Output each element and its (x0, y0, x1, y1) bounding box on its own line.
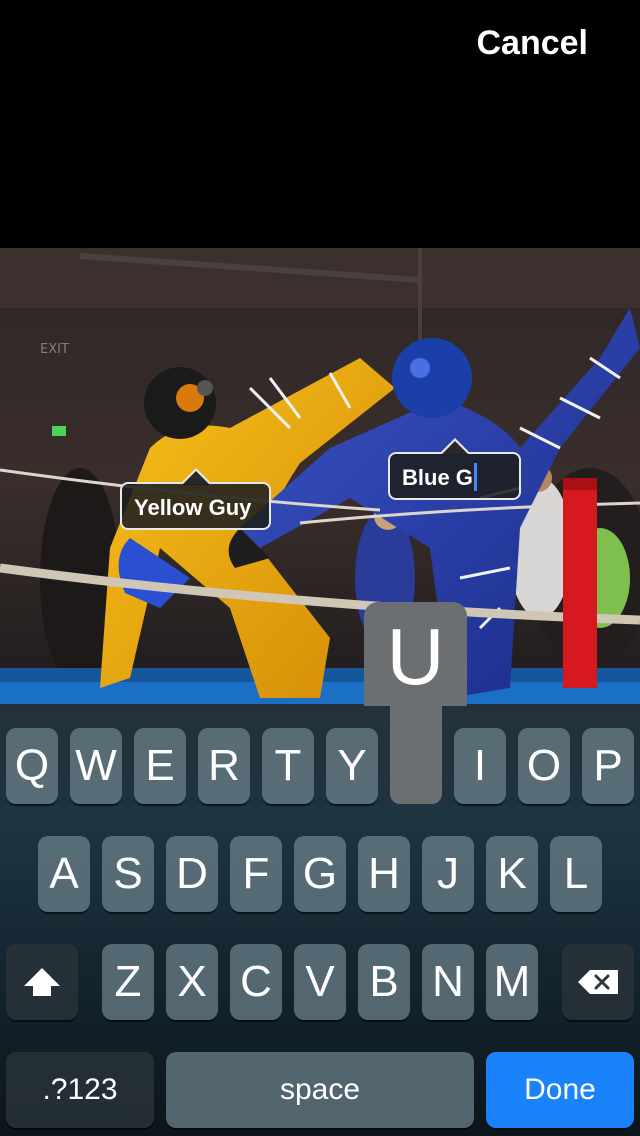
numbers-mode-key[interactable]: .?123 (6, 1052, 154, 1128)
key-d[interactable]: D (166, 836, 218, 912)
key-n[interactable]: N (422, 944, 474, 1020)
key-k[interactable]: K (486, 836, 538, 912)
key-q[interactable]: Q (6, 728, 58, 804)
tagged-photo[interactable]: EXIT (0, 248, 640, 718)
key-l[interactable]: L (550, 836, 602, 912)
key-e[interactable]: E (134, 728, 186, 804)
key-g[interactable]: G (294, 836, 346, 912)
shift-key[interactable] (6, 944, 78, 1020)
exit-sign: EXIT (40, 342, 69, 357)
key-m[interactable]: M (486, 944, 538, 1020)
tag-label-editing[interactable]: Blue G (402, 465, 473, 490)
text-caret (473, 463, 477, 492)
key-j[interactable]: J (422, 836, 474, 912)
photo-tag-blue-guy[interactable]: Blue G (388, 438, 521, 500)
on-screen-keyboard: Q W E R T Y I O P A S D F G H J K L Z X … (0, 704, 640, 1136)
key-x[interactable]: X (166, 944, 218, 1020)
key-u-pressed[interactable] (390, 700, 442, 804)
key-u-popup: U (364, 602, 467, 706)
key-z[interactable]: Z (102, 944, 154, 1020)
key-w[interactable]: W (70, 728, 122, 804)
done-key[interactable]: Done (486, 1052, 634, 1128)
cancel-button[interactable]: Cancel (477, 24, 589, 63)
key-c[interactable]: C (230, 944, 282, 1020)
key-b[interactable]: B (358, 944, 410, 1020)
wrestling-photo: EXIT (0, 248, 640, 718)
backspace-icon (578, 970, 618, 994)
tag-label: Yellow Guy (134, 495, 252, 520)
delete-key[interactable] (562, 944, 634, 1020)
key-o[interactable]: O (518, 728, 570, 804)
photo-tag-yellow-guy[interactable]: Yellow Guy (120, 468, 271, 530)
key-r[interactable]: R (198, 728, 250, 804)
key-t[interactable]: T (262, 728, 314, 804)
key-y[interactable]: Y (326, 728, 378, 804)
key-p[interactable]: P (582, 728, 634, 804)
key-a[interactable]: A (38, 836, 90, 912)
shift-arrow-icon (24, 968, 60, 996)
key-f[interactable]: F (230, 836, 282, 912)
key-h[interactable]: H (358, 836, 410, 912)
top-bar: Cancel (0, 0, 640, 248)
key-v[interactable]: V (294, 944, 346, 1020)
key-i[interactable]: I (454, 728, 506, 804)
key-s[interactable]: S (102, 836, 154, 912)
space-key[interactable]: space (166, 1052, 474, 1128)
